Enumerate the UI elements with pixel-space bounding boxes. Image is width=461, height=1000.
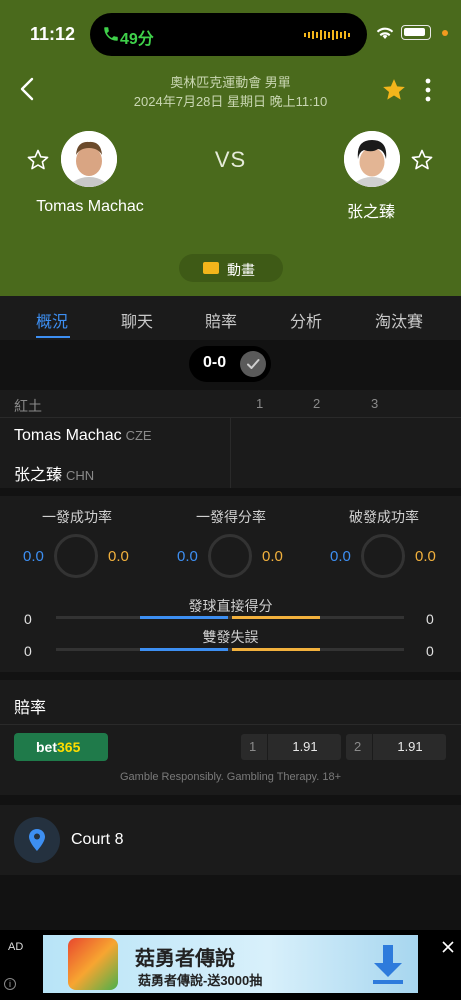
odds-separator xyxy=(267,734,268,760)
match-header: 11:12 49分 奧林匹克運動會 男單 2024年7月28日 星期日 晚上11… xyxy=(0,0,461,296)
player2-follow-star-icon[interactable] xyxy=(410,148,434,172)
download-arrow-icon xyxy=(373,945,403,984)
serve-stats-panel: 一發成功率 一發得分率 破發成功率 0.0 0.0 0.0 0.0 0.0 0.… xyxy=(0,496,461,672)
table-row-player1: Tomas Machac CZE xyxy=(14,427,152,445)
tab-analysis[interactable]: 分析 xyxy=(290,308,322,332)
table-row-player2: 张之臻 CHN xyxy=(14,461,94,485)
tab-overview[interactable]: 概況 xyxy=(36,308,68,332)
odds-value: 1.91 xyxy=(397,739,423,754)
status-time: 11:12 xyxy=(30,24,76,44)
odds-option-1[interactable]: 1 1.91 xyxy=(241,734,341,760)
tab-odds[interactable]: 賠率 xyxy=(205,308,237,332)
stat-value-p2: 0.0 xyxy=(262,548,283,565)
score-pill[interactable]: 0-0 xyxy=(189,346,271,382)
stat-label-first-serve-in: 一發成功率 xyxy=(42,509,112,525)
animation-label: 動畫 xyxy=(227,262,255,278)
animation-court-icon xyxy=(203,262,219,274)
animation-button[interactable]: 動畫 xyxy=(179,254,283,282)
set-header-3: 3 xyxy=(371,396,379,411)
odds-divider xyxy=(0,724,461,725)
call-timer: 49分 xyxy=(120,31,154,48)
dynamic-island[interactable]: 49分 xyxy=(90,13,367,56)
bet365-wordmark: bet365 xyxy=(36,739,80,755)
ad-banner[interactable]: 菇勇者傳說 菇勇者傳說-送3000抽 xyxy=(43,935,418,993)
player2-avatar[interactable] xyxy=(344,131,400,187)
ad-bar: AD i 菇勇者傳說 菇勇者傳說-送3000抽 xyxy=(0,930,461,1000)
stat-value-p2: 0.0 xyxy=(108,548,129,565)
bar-track xyxy=(56,616,404,619)
set-header-2: 2 xyxy=(313,396,321,411)
venue-row[interactable]: Court 8 xyxy=(0,805,461,875)
stat-value-p1: 0.0 xyxy=(330,548,351,565)
stat-label-break-point: 破發成功率 xyxy=(349,509,419,525)
odds-value: 1.91 xyxy=(292,739,318,754)
privacy-indicator-icon xyxy=(442,30,448,36)
bookmaker-name-a: bet xyxy=(36,739,57,755)
player1-table-name: Tomas Machac xyxy=(14,427,122,444)
active-tab-indicator xyxy=(36,336,70,338)
stat-ring xyxy=(54,534,98,578)
set-header-1: 1 xyxy=(256,396,264,411)
bar-value-p1: 0 xyxy=(24,643,32,659)
ad-info-icon[interactable]: i xyxy=(4,978,16,990)
court-surface: 紅土 xyxy=(14,398,42,414)
bar-track xyxy=(56,648,404,651)
bar-value-p1: 0 xyxy=(24,611,32,627)
phone-icon xyxy=(104,27,118,41)
player2-name[interactable]: 张之臻 xyxy=(311,198,431,222)
bar-label-double-faults: 雙發失誤 xyxy=(202,629,259,645)
odds-title: 賠率 xyxy=(14,700,47,717)
bar-fill-p2 xyxy=(232,648,320,651)
stat-value-p1: 0.0 xyxy=(177,548,198,565)
stat-value-p1: 0.0 xyxy=(23,548,44,565)
set-score-table: 紅土 1 2 3 Tomas Machac CZE 张之臻 CHN xyxy=(0,390,461,488)
tab-chat[interactable]: 聊天 xyxy=(121,308,153,332)
current-score: 0-0 xyxy=(203,354,227,371)
wifi-icon xyxy=(376,27,394,39)
venue-name: Court 8 xyxy=(71,831,124,848)
more-options-icon[interactable] xyxy=(421,78,435,102)
bar-fill-p2 xyxy=(232,616,320,619)
location-pin-icon xyxy=(14,817,60,863)
tab-bar: 概況 聊天 賠率 分析 淘汰賽 xyxy=(0,296,461,340)
odds-index: 1 xyxy=(249,739,257,754)
tab-knockout[interactable]: 淘汰賽 xyxy=(375,308,423,332)
ad-title: 菇勇者傳說 xyxy=(135,948,235,970)
game-icon xyxy=(68,938,118,990)
bar-fill-p1 xyxy=(140,616,228,619)
gambling-disclaimer[interactable]: Gamble Responsibly. Gambling Therapy. 18… xyxy=(0,771,461,783)
odds-option-2[interactable]: 2 1.91 xyxy=(346,734,446,760)
bar-fill-p1 xyxy=(140,648,228,651)
check-icon xyxy=(240,351,266,377)
bar-label-aces: 發球直接得分 xyxy=(188,598,273,614)
stat-ring xyxy=(361,534,405,578)
bar-value-p2: 0 xyxy=(426,611,434,627)
odds-separator xyxy=(372,734,373,760)
player2-country: CHN xyxy=(66,468,95,483)
player2-table-name: 张之臻 xyxy=(14,467,63,484)
bet365-logo[interactable]: bet365 xyxy=(14,733,108,761)
match-detail-screen: 11:12 49分 奧林匹克運動會 男單 2024年7月28日 星期日 晚上11… xyxy=(0,0,461,1000)
close-icon[interactable] xyxy=(441,940,455,954)
battery-icon xyxy=(401,25,431,40)
bar-value-p2: 0 xyxy=(426,643,434,659)
player1-name[interactable]: Tomas Machac xyxy=(20,198,160,216)
odds-panel: 賠率 bet365 1 1.91 2 1.91 Gamble Responsib… xyxy=(0,680,461,795)
odds-index: 2 xyxy=(354,739,362,754)
column-divider xyxy=(230,417,231,488)
favorite-star-icon[interactable] xyxy=(381,77,407,103)
stat-label-first-serve-won: 一發得分率 xyxy=(196,509,266,525)
ad-label: AD xyxy=(8,941,24,953)
status-bar: 11:12 49分 xyxy=(0,0,461,68)
audio-wave-icon xyxy=(304,30,350,40)
player1-country: CZE xyxy=(125,428,152,443)
stat-ring xyxy=(208,534,252,578)
bookmaker-name-b: 365 xyxy=(57,739,81,755)
ad-subtitle: 菇勇者傳說-送3000抽 xyxy=(138,973,263,988)
stat-value-p2: 0.0 xyxy=(415,548,436,565)
